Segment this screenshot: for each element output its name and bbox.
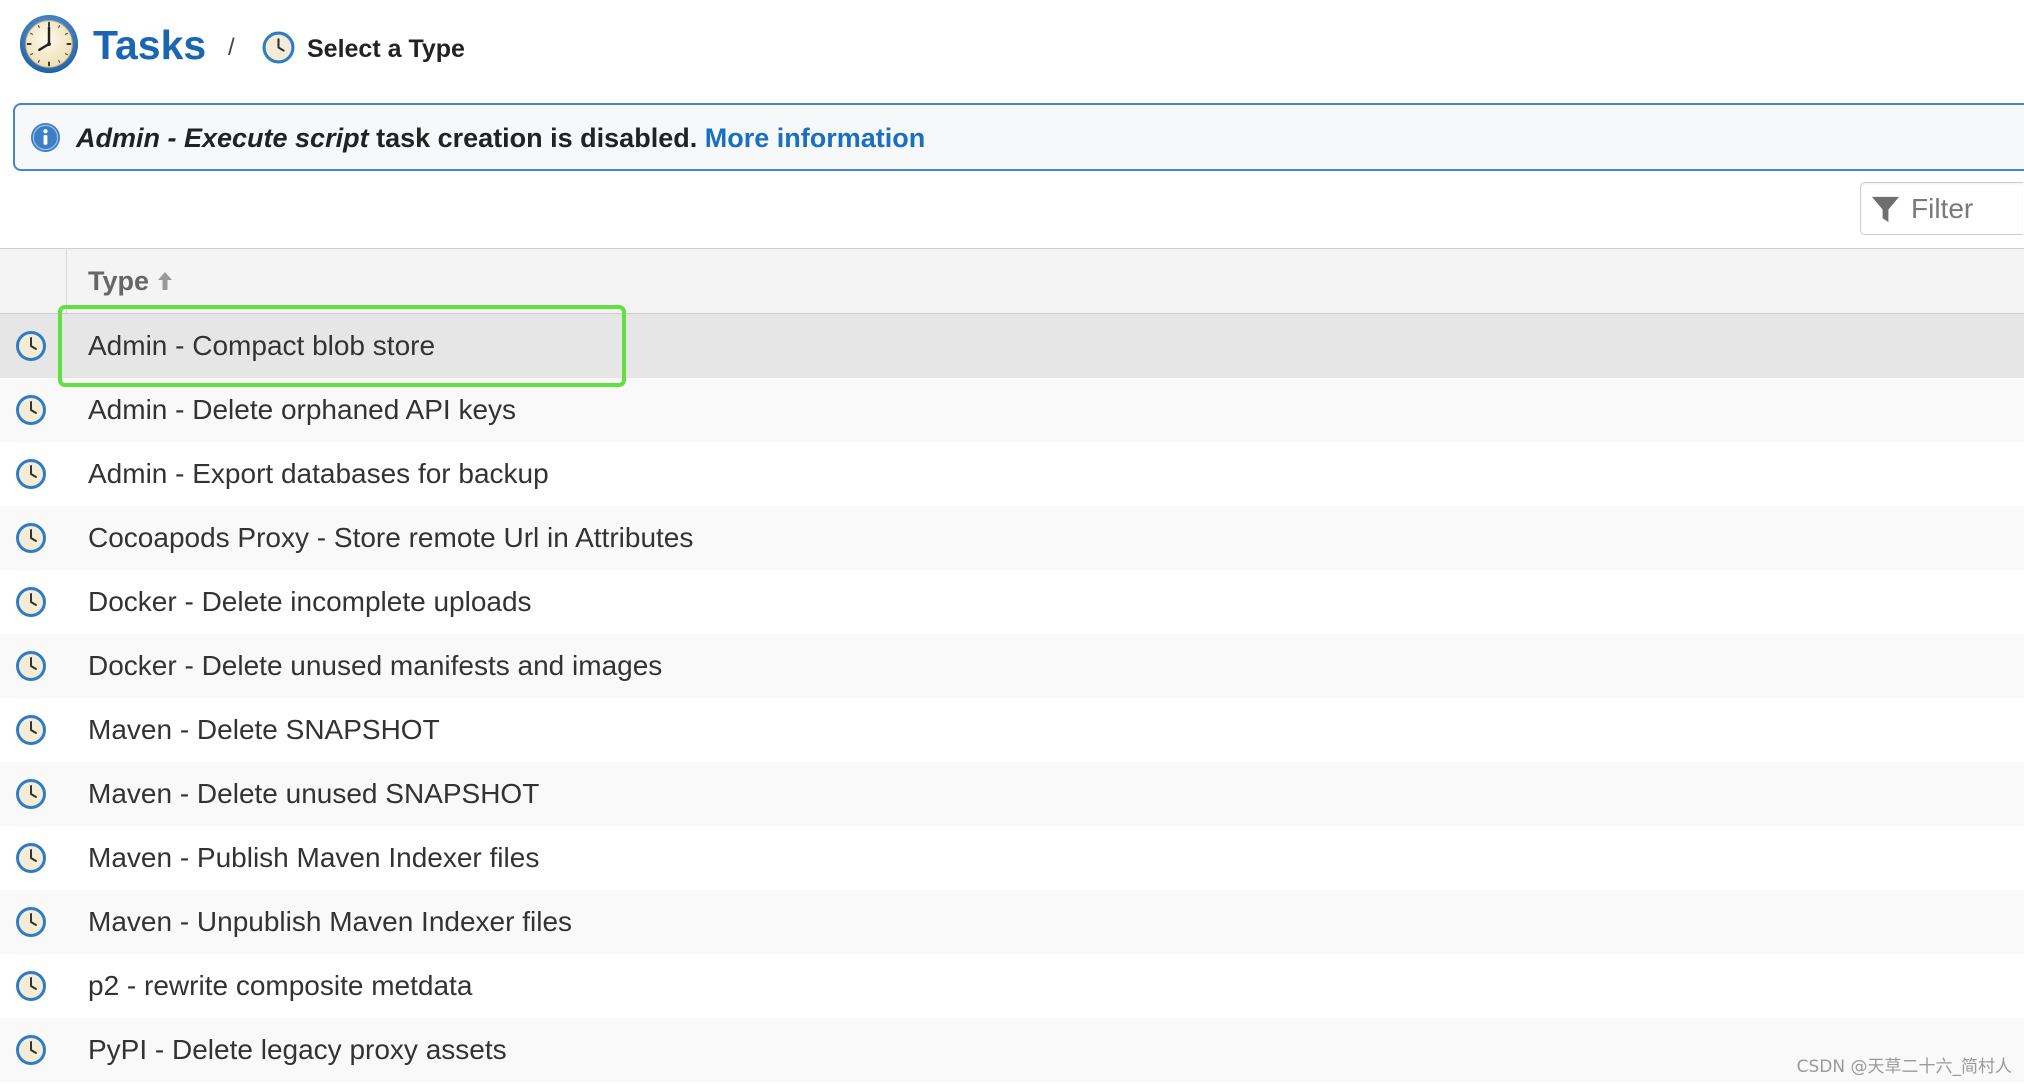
type-column-header[interactable]: Type: [67, 249, 175, 313]
table-header: Type: [0, 249, 2024, 314]
row-label: Maven - Unpublish Maven Indexer files: [88, 906, 573, 937]
clock-icon: [0, 442, 67, 506]
clock-icon: [0, 1018, 67, 1082]
type-column-label: Type: [88, 265, 150, 296]
table-row[interactable]: Docker - Delete unused manifests and ima…: [0, 634, 2024, 698]
row-label: p2 - rewrite composite metdata: [88, 970, 473, 1001]
clock-icon: [0, 954, 67, 1018]
task-type-table: Type Admin - Compact blob store Admin - D…: [0, 248, 2024, 1082]
filter-input[interactable]: [1911, 192, 2019, 226]
watermark: CSDN @天草二十六_简村人: [1796, 1057, 2012, 1077]
banner-emphasis: Admin - Execute script: [76, 123, 369, 153]
info-banner: Admin - Execute script task creation is …: [13, 103, 2024, 171]
clock-icon: [0, 826, 67, 890]
clock-icon: [0, 762, 67, 826]
table-row[interactable]: Maven - Delete SNAPSHOT: [0, 698, 2024, 762]
row-label: Maven - Publish Maven Indexer files: [88, 842, 540, 873]
row-label: Docker - Delete unused manifests and ima…: [88, 650, 663, 681]
clock-icon: [0, 378, 67, 442]
funnel-icon: [1871, 196, 1900, 223]
clock-icon: [0, 570, 67, 634]
icon-column-header: [0, 249, 67, 313]
more-information-link[interactable]: More information: [705, 123, 926, 153]
banner-text: task creation is disabled.: [368, 123, 705, 153]
row-label: Maven - Delete SNAPSHOT: [88, 714, 440, 745]
info-icon: [30, 122, 61, 153]
row-label: PyPI - Delete legacy proxy assets: [88, 1034, 507, 1065]
row-label: Docker - Delete incomplete uploads: [88, 586, 532, 617]
clock-icon: [262, 31, 295, 64]
sort-ascending-icon: [158, 272, 173, 290]
table-row[interactable]: Admin - Compact blob store: [0, 314, 2024, 378]
clock-icon: [19, 14, 79, 74]
row-label: Maven - Delete unused SNAPSHOT: [88, 778, 540, 809]
table-row[interactable]: PyPI - Delete legacy proxy assets: [0, 1018, 2024, 1082]
table-row[interactable]: Admin - Export databases for backup: [0, 442, 2024, 506]
clock-icon: [0, 698, 67, 762]
breadcrumb-separator: /: [228, 34, 235, 61]
page-title[interactable]: Tasks: [93, 20, 206, 70]
table-row[interactable]: Cocoapods Proxy - Store remote Url in At…: [0, 506, 2024, 570]
row-label: Admin - Compact blob store: [88, 330, 436, 361]
row-label: Admin - Export databases for backup: [88, 458, 549, 489]
clock-icon: [0, 314, 67, 378]
table-body: Admin - Compact blob store Admin - Delete…: [0, 314, 2024, 1082]
banner-message: Admin - Execute script task creation is …: [76, 121, 925, 155]
table-row[interactable]: Admin - Delete orphaned API keys: [0, 378, 2024, 442]
clock-icon: [0, 890, 67, 954]
table-row[interactable]: p2 - rewrite composite metdata: [0, 954, 2024, 1018]
table-row[interactable]: Maven - Unpublish Maven Indexer files: [0, 890, 2024, 954]
clock-icon: [0, 634, 67, 698]
row-label: Cocoapods Proxy - Store remote Url in At…: [88, 522, 694, 553]
filter-box[interactable]: [1860, 182, 2023, 235]
table-row[interactable]: Maven - Publish Maven Indexer files: [0, 826, 2024, 890]
clock-icon: [0, 506, 67, 570]
page-header: Tasks / Select a Type: [0, 0, 2024, 100]
table-row[interactable]: Maven - Delete unused SNAPSHOT: [0, 762, 2024, 826]
breadcrumb-current: Select a Type: [307, 35, 465, 63]
table-row[interactable]: Docker - Delete incomplete uploads: [0, 570, 2024, 634]
row-label: Admin - Delete orphaned API keys: [88, 394, 517, 425]
